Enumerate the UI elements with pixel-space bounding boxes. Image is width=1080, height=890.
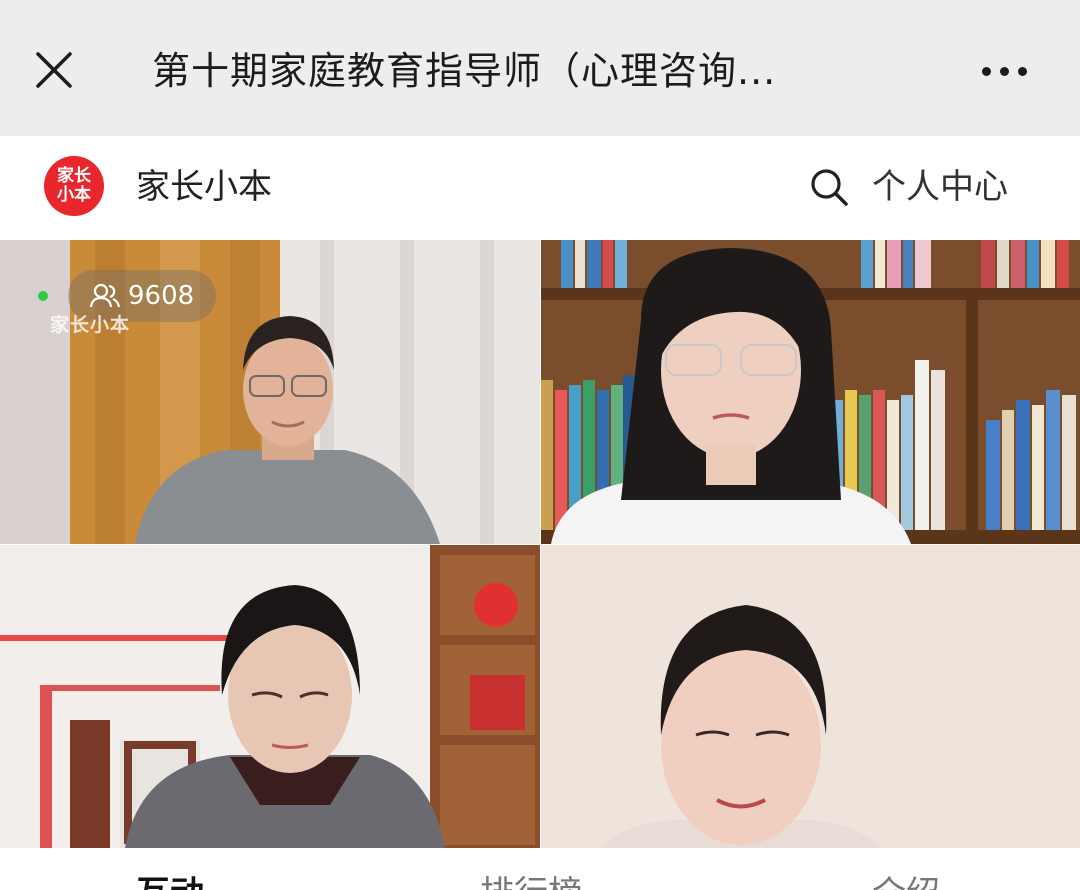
search-button[interactable] xyxy=(808,166,852,210)
video-tile-speaker-3[interactable] xyxy=(0,545,540,848)
close-button[interactable] xyxy=(28,44,80,96)
brand-logo-line1: 家长 xyxy=(57,166,91,186)
title-bar: 第十期家庭教育指导师（心理咨询... xyxy=(0,0,1080,136)
brand-logo[interactable]: 家长 小本 xyxy=(44,156,104,216)
video-tile-host[interactable]: 9608 家长小本 xyxy=(0,240,540,544)
more-dots-icon xyxy=(981,66,991,76)
content-tabs: 互动 排行榜 介绍 xyxy=(0,848,1080,890)
tab-interaction[interactable]: 互动 xyxy=(136,874,204,890)
tab-introduction[interactable]: 介绍 xyxy=(872,874,940,890)
profile-center-link[interactable]: 个人中心 xyxy=(872,162,1008,212)
video-tile-speaker-2[interactable] xyxy=(541,240,1080,544)
live-watermark: 家长小本 xyxy=(50,314,131,336)
more-options-button[interactable] xyxy=(972,46,1036,96)
video-tile-speaker-4[interactable] xyxy=(541,545,1080,848)
page-title: 第十期家庭教育指导师（心理咨询... xyxy=(152,49,777,93)
people-icon xyxy=(90,283,120,308)
video-grid: 9608 家长小本 xyxy=(0,240,1080,848)
brand-name[interactable]: 家长小本 xyxy=(136,162,272,212)
video-frame-speaker-3 xyxy=(0,545,540,848)
search-icon xyxy=(811,169,848,206)
close-icon xyxy=(36,52,72,88)
viewer-count: 9608 xyxy=(128,281,195,311)
brand-logo-line2: 小本 xyxy=(57,185,91,205)
live-dot-icon xyxy=(38,291,48,301)
video-frame-speaker-4 xyxy=(541,545,1080,848)
tab-leaderboard[interactable]: 排行榜 xyxy=(480,874,582,890)
app-header: 家长 小本 家长小本 个人中心 xyxy=(0,136,1080,240)
video-frame-speaker-2 xyxy=(541,240,1080,544)
